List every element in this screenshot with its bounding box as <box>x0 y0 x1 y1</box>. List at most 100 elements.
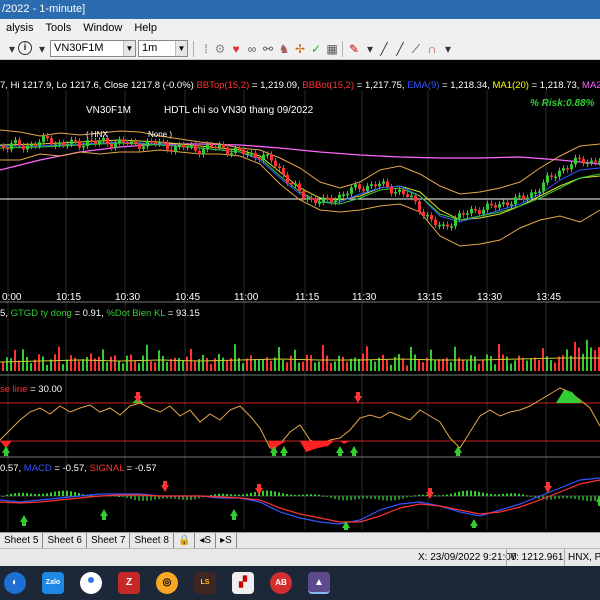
glasses-icon[interactable]: ∞ <box>244 41 260 57</box>
candle-body <box>350 187 353 194</box>
oscillator-overbought-fill <box>556 390 582 403</box>
menu-window[interactable]: Window <box>77 19 128 38</box>
check-icon[interactable]: ✓ <box>308 41 324 57</box>
candle-body <box>330 197 333 203</box>
volume-bar <box>18 360 20 371</box>
interval-select[interactable]: 1m ▼ <box>138 40 188 57</box>
volume-bar <box>122 363 124 371</box>
candle-body <box>134 141 137 144</box>
candle-body <box>246 153 249 155</box>
settings-icon[interactable]: ⚙ <box>212 41 228 57</box>
symbol-select[interactable]: VN30F1M ▼ <box>50 40 136 57</box>
price-chart[interactable]: VN30F1M HDTL chi so VN30 thang 09/2022 (… <box>0 60 600 532</box>
oscillator-panel-label: se line = 30.00 <box>0 384 62 395</box>
scroll-sheets-icon[interactable]: ◂S <box>195 533 217 548</box>
person-icon[interactable]: ♞ <box>276 41 292 57</box>
macd-histogram-bar <box>290 494 292 496</box>
line-draw-icon[interactable]: ╱ <box>376 41 392 57</box>
volume-bar <box>510 363 512 371</box>
volume-bar <box>578 347 580 371</box>
arrow-up-icon <box>230 509 238 520</box>
candlestick-series <box>2 132 600 231</box>
macd-histogram-bar <box>462 491 464 496</box>
candle-body <box>206 144 209 150</box>
livescore-icon[interactable]: LS <box>194 572 216 594</box>
candle-body <box>286 174 289 183</box>
binoculars-icon[interactable]: ⚯ <box>260 41 276 57</box>
volume-bar <box>118 361 120 371</box>
arrow-up-icon <box>2 446 10 456</box>
tab-sheet-7[interactable]: Sheet 7 <box>87 533 131 548</box>
tab-sheet-6[interactable]: Sheet 6 <box>43 533 87 548</box>
magnet-icon[interactable]: ∩ <box>424 41 440 57</box>
amibroker-icon[interactable]: ▲ <box>308 572 330 594</box>
grid-icon[interactable]: ▦ <box>324 41 340 57</box>
chart-area[interactable]: VN30F1M HDTL chi so VN30 thang 09/2022 (… <box>0 60 600 532</box>
macd-histogram-bar <box>294 494 296 496</box>
macd-histogram-bar <box>526 495 528 497</box>
add-sheet-icon[interactable]: ▸S <box>216 533 237 548</box>
candle-body <box>518 195 521 198</box>
y-readout: Y: 1212.961 <box>506 549 563 566</box>
candle-body <box>318 202 321 204</box>
macd-histogram-bar <box>510 493 512 496</box>
candle-body <box>34 144 37 146</box>
tab-sheet-5[interactable]: Sheet 5 <box>0 533 44 548</box>
candle-body <box>542 182 545 192</box>
chevron-down-icon[interactable]: ▼ <box>175 41 187 56</box>
macd-histogram-bar <box>118 495 120 497</box>
app-icon[interactable]: ▞ <box>232 572 254 594</box>
macd-histogram-bar <box>154 496 156 500</box>
candle-body <box>358 184 361 189</box>
chevron-down-icon[interactable]: ▾ <box>440 41 456 57</box>
volume-bar <box>110 356 112 371</box>
ruler-icon[interactable]: ⟋ <box>408 41 424 57</box>
lock-icon[interactable]: 🔒 <box>174 533 196 548</box>
candle-body <box>418 201 421 212</box>
tab-sheet-8[interactable]: Sheet 8 <box>130 533 174 548</box>
candle-body <box>130 141 133 144</box>
crosshair-icon[interactable]: ✢ <box>292 41 308 57</box>
candle-body <box>578 157 581 160</box>
exchange-readout: HNX, Ph <box>564 549 600 566</box>
chart-description: HDTL chi so VN30 thang 09/2022 <box>164 105 314 116</box>
chrome-icon[interactable] <box>80 572 102 594</box>
candle-body <box>30 144 33 146</box>
candle-body <box>566 168 569 170</box>
candle-body <box>470 208 473 214</box>
color-pen-icon[interactable]: ✎ <box>346 41 362 57</box>
menu-tools[interactable]: Tools <box>40 19 78 38</box>
candle-body <box>202 149 205 155</box>
dropdown-arrow-icon[interactable]: ▾ <box>34 41 50 57</box>
candle-body <box>2 146 5 148</box>
volume-bar <box>226 360 228 371</box>
candle-body <box>26 145 29 150</box>
volume-bar <box>86 356 88 371</box>
zalo-icon[interactable]: Zalo <box>42 572 64 594</box>
menu-help[interactable]: Help <box>128 19 163 38</box>
macd-histogram-bar <box>14 493 16 496</box>
candle-body <box>230 152 233 155</box>
volume-bar <box>162 355 164 371</box>
winrar-icon[interactable]: Z <box>118 572 140 594</box>
taskbar-app-icon[interactable]: ◐ <box>4 572 26 594</box>
volume-bar <box>206 357 208 371</box>
ami-icon[interactable]: AB <box>270 572 292 594</box>
lixi-icon[interactable]: ◎ <box>156 572 178 594</box>
menu-analysis[interactable]: alysis <box>0 19 40 38</box>
macd-histogram-bar <box>10 493 12 496</box>
macd-line <box>0 477 600 525</box>
volume-bar <box>542 348 544 371</box>
candle-body <box>334 200 337 203</box>
line-draw2-icon[interactable]: ╱ <box>392 41 408 57</box>
volume-bar <box>190 348 192 371</box>
macd-histogram-bar <box>346 496 348 501</box>
oscillator-arrows <box>2 392 462 456</box>
volume-bar <box>314 362 316 371</box>
heart-icon[interactable]: ♥ <box>228 41 244 57</box>
chevron-down-icon[interactable]: ▼ <box>123 41 135 56</box>
time-axis-label: 0:00 <box>2 292 22 303</box>
candle-body <box>146 141 149 147</box>
help-icon[interactable]: i <box>18 41 32 55</box>
volume-bar <box>574 341 576 371</box>
